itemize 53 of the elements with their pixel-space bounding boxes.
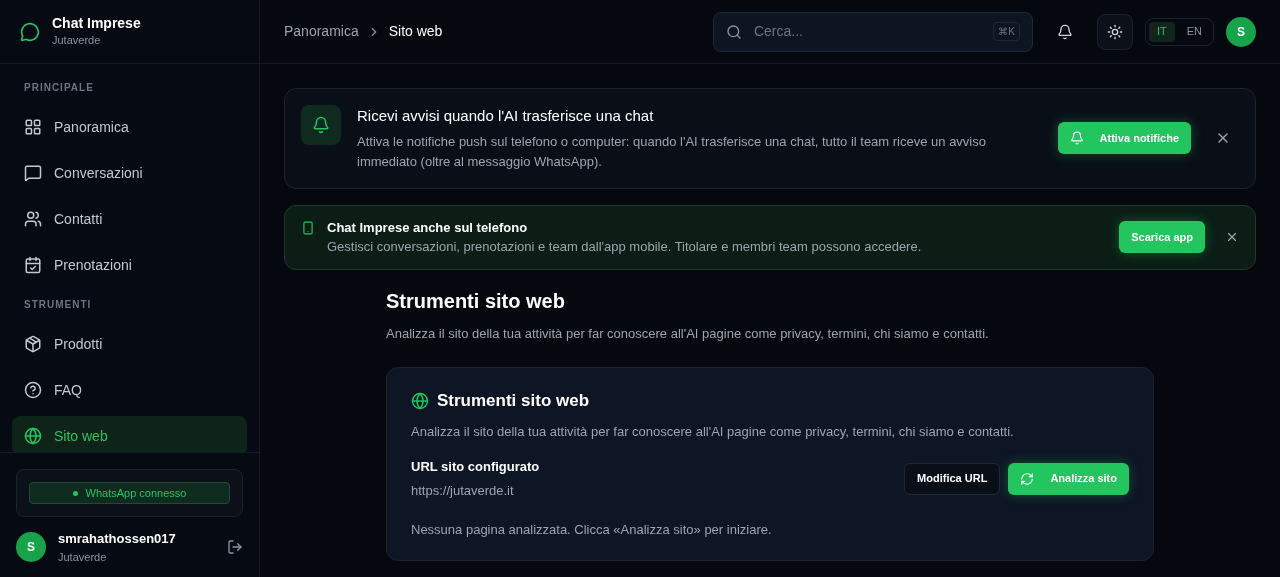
sidebar-item[interactable]: Panoramica (12, 107, 247, 147)
sidebar-item[interactable]: Prenotazioni (12, 245, 247, 285)
bell-icon (312, 116, 330, 134)
language-option[interactable]: IT (1148, 21, 1175, 42)
user-company: Jutaverde (58, 549, 108, 565)
banner-text: Attiva le notifiche push sul telefono o computer: quando l'AI trasferisce una chat, tutto il team riceve un avviso immediato (oltre al messaggio WhatsApp). (357, 132, 987, 171)
chat-icon (24, 164, 42, 182)
notifications-icon[interactable] (1056, 23, 1073, 40)
bell-icon (1069, 131, 1084, 146)
sidebar-item[interactable]: FAQ (12, 370, 247, 410)
theme-button[interactable] (1096, 13, 1133, 50)
page-subtitle: Analizza il sito della tua attività per far conoscere all'AI pagine come privacy, termini, chi siamo e contatti. (386, 324, 990, 343)
app-subtitle: Jutaverde (52, 33, 102, 49)
url-value: https://jutaverde.it (411, 481, 515, 500)
breadcrumb-item: Sito web (388, 22, 443, 41)
close-icon[interactable] (1225, 230, 1239, 244)
grid-icon (24, 118, 42, 136)
card-subtitle: Analizza il sito della tua attività per far conoscere all'AI pagine come privacy, termini, chi siamo e contatti. (411, 422, 1015, 441)
banner-title: Chat Imprese anche sul telefono (327, 218, 529, 237)
help-icon (24, 381, 42, 399)
calendar-icon (24, 256, 42, 274)
shortcut-hint: ⌘K (993, 22, 1020, 41)
empty-state-text: Nessuna pagina analizzata. Clicca «Analizza sito» per iniziare. (411, 521, 773, 539)
card-title: Strumenti sito web (437, 390, 590, 412)
language-option[interactable]: EN (1178, 21, 1210, 42)
logout-icon[interactable] (227, 539, 243, 555)
url-label: URL sito configurato (411, 458, 541, 476)
globe-icon (411, 391, 429, 410)
section-heading: STRUMENTI (23, 298, 93, 312)
search-field[interactable]: Cerca... (753, 21, 982, 42)
sidebar-item[interactable]: Conversazioni (12, 153, 247, 193)
sun-icon (1106, 23, 1123, 40)
user-name: smrahathossen017 (58, 530, 177, 548)
banner-title: Ricevi avvisi quando l'AI trasferisce una chat (357, 106, 655, 126)
whatsapp-status: WhatsApp connesso (29, 482, 230, 504)
page-title: Strumenti sito web (386, 288, 566, 314)
edit-url-button[interactable]: Modifica URL (904, 462, 1001, 495)
phone-icon (301, 220, 315, 235)
banner-text: Gestisci conversazioni, prenotazioni e team dall'app mobile. Titolare e membri team possono accedere. (327, 238, 923, 256)
app-title: Chat Imprese (52, 14, 141, 33)
logo-icon (20, 21, 40, 42)
globe-icon (24, 427, 42, 445)
sidebar-item[interactable]: Prodotti (12, 324, 247, 364)
box-icon (24, 335, 42, 353)
search-box[interactable]: Cerca... ⌘K (712, 11, 1033, 52)
refresh-icon (1020, 471, 1035, 486)
sidebar-item[interactable]: Sito web (12, 416, 247, 452)
section-heading: PRINCIPALE (23, 81, 95, 95)
users-icon (24, 210, 42, 228)
breadcrumb-item[interactable]: Panoramica (284, 21, 359, 42)
user-avatar: S (16, 532, 46, 562)
sidebar-item[interactable]: Contatti (12, 199, 247, 239)
search-icon (725, 23, 742, 40)
